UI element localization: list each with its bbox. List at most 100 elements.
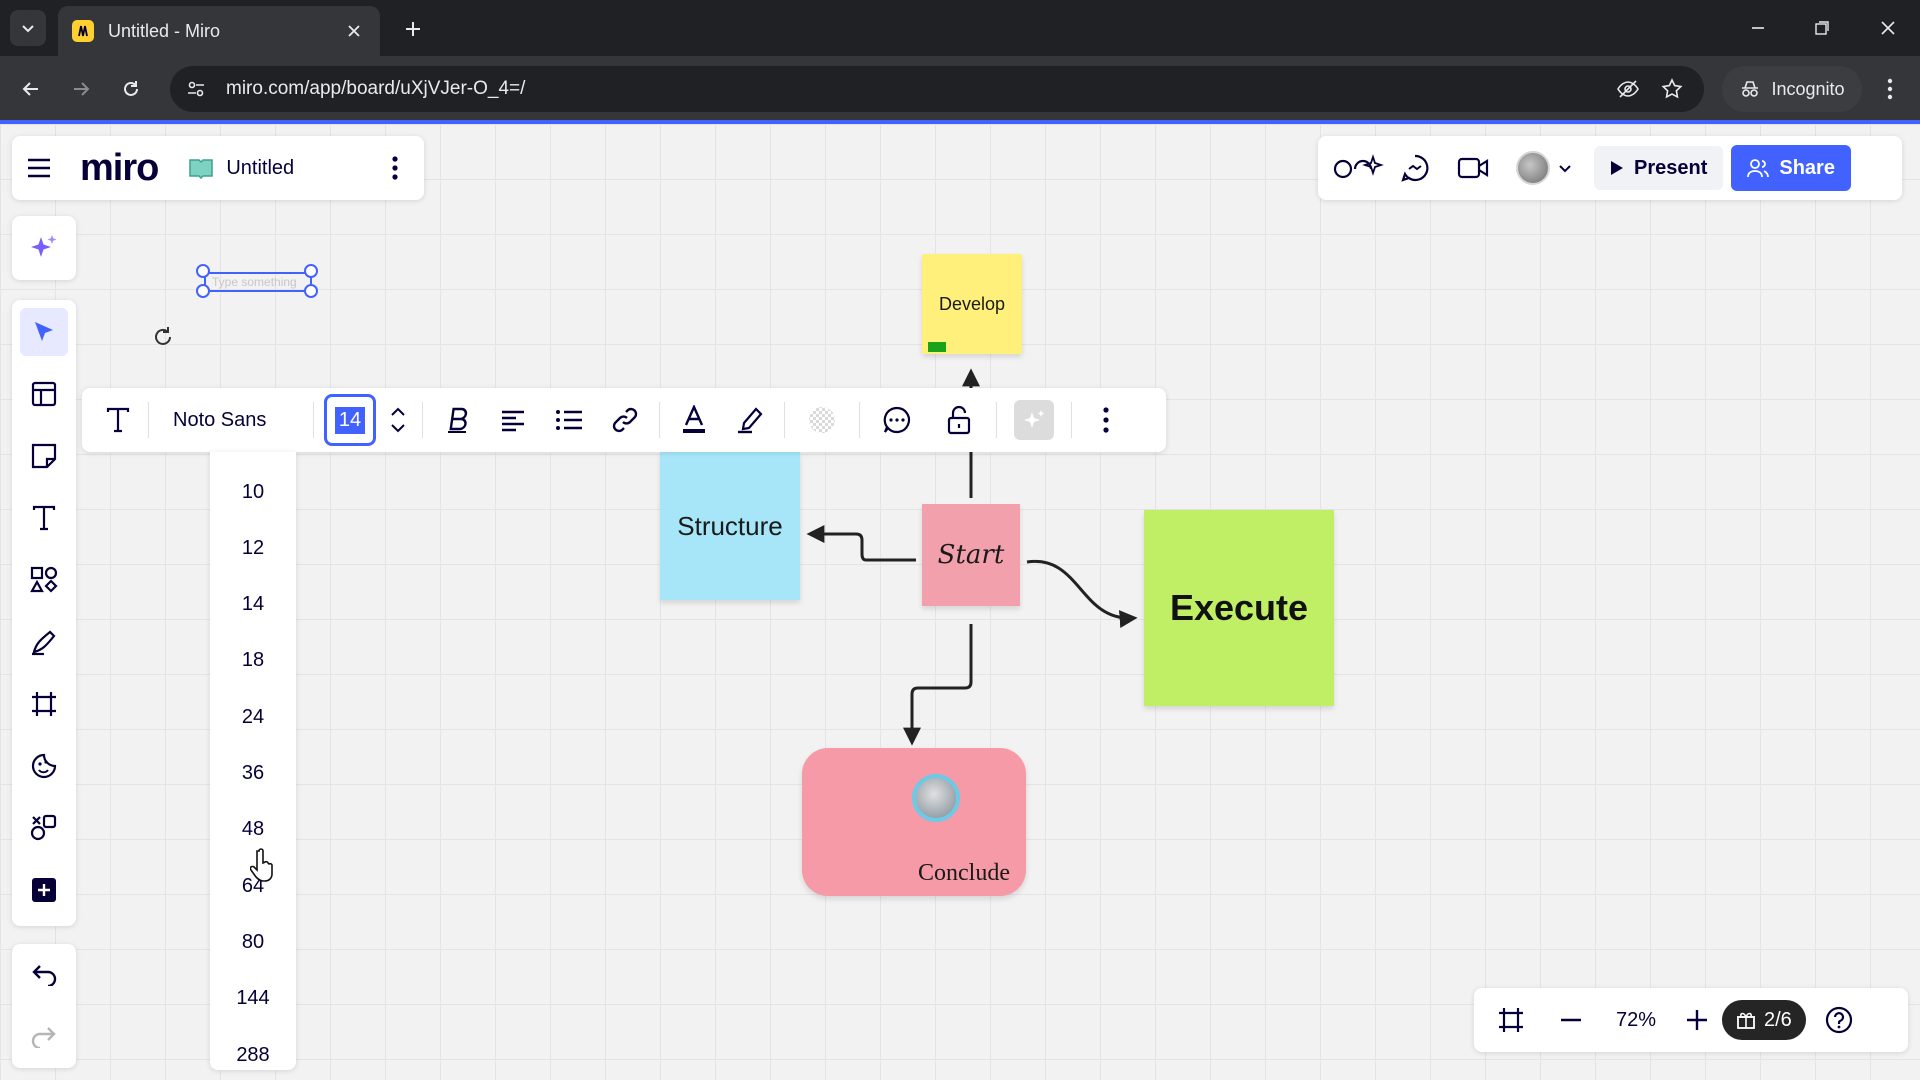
miro-logo[interactable]: miro xyxy=(80,147,159,190)
highlighter-icon xyxy=(738,407,763,434)
font-size-option[interactable]: 18 xyxy=(210,633,296,689)
connector-start-to-conclude[interactable] xyxy=(903,624,973,746)
bold-button[interactable] xyxy=(429,396,485,444)
sticky-note-tool[interactable] xyxy=(20,432,68,480)
fill-color-button[interactable] xyxy=(791,396,853,444)
zoom-out-icon[interactable] xyxy=(1558,1007,1584,1033)
browser-menu-icon[interactable] xyxy=(1872,70,1908,108)
pen-icon xyxy=(32,630,56,656)
shape-conclude[interactable]: Conclude xyxy=(802,748,1026,896)
site-settings-icon[interactable] xyxy=(186,79,206,99)
collaborator-avatar[interactable] xyxy=(912,774,960,822)
present-button[interactable]: Present xyxy=(1594,146,1724,190)
user-avatar-menu[interactable] xyxy=(1502,146,1586,190)
chat-icon[interactable] xyxy=(1386,146,1444,190)
toolbar-divider xyxy=(859,402,860,438)
reactions-icon[interactable] xyxy=(1328,146,1386,190)
resize-handle-bottom-right[interactable] xyxy=(304,284,318,298)
frame-tool[interactable] xyxy=(20,680,68,728)
font-size-option[interactable]: 36 xyxy=(210,746,296,802)
highlight-button[interactable] xyxy=(722,396,778,444)
font-size-input[interactable]: 14 xyxy=(320,394,380,446)
whats-new-button[interactable]: 2/6 xyxy=(1722,1000,1806,1040)
tab-search-button[interactable] xyxy=(10,10,46,46)
ai-action-button[interactable] xyxy=(1003,396,1065,444)
fit-to-screen-icon[interactable] xyxy=(1496,1005,1526,1035)
tracking-protection-eye-icon[interactable] xyxy=(1616,77,1640,101)
connector-start-to-execute[interactable] xyxy=(1026,559,1138,629)
resize-handle-top-left[interactable] xyxy=(196,264,210,278)
board-title[interactable]: Untitled xyxy=(226,157,294,180)
font-size-value: 14 xyxy=(334,406,366,434)
url-text[interactable]: miro.com/app/board/uXjVJer-O_4=/ xyxy=(226,78,1616,100)
resize-handle-bottom-left[interactable] xyxy=(196,284,210,298)
miro-board-canvas[interactable]: Develop Structure Start Execute Conclude… xyxy=(0,124,1920,1080)
more-options-button[interactable] xyxy=(1078,396,1134,444)
board-options-icon[interactable] xyxy=(392,156,398,180)
share-button[interactable]: Share xyxy=(1731,145,1851,191)
ai-assist-button[interactable] xyxy=(12,216,76,280)
apps-tool[interactable] xyxy=(20,804,68,852)
help-icon[interactable] xyxy=(1824,1005,1854,1035)
tab-title: Untitled - Miro xyxy=(108,20,221,41)
align-button[interactable] xyxy=(485,396,541,444)
lock-button[interactable] xyxy=(928,396,990,444)
zoom-in-icon[interactable] xyxy=(1684,1007,1710,1033)
forward-arrow-icon[interactable] xyxy=(62,70,100,108)
stickers-tool[interactable] xyxy=(20,742,68,790)
font-family-value: Noto Sans xyxy=(173,408,267,431)
font-size-option[interactable]: 24 xyxy=(210,689,296,745)
zoom-level[interactable]: 72% xyxy=(1596,1009,1676,1032)
text-color-icon xyxy=(683,405,705,433)
more-tools-button[interactable] xyxy=(20,866,68,914)
sticky-note-execute[interactable]: Execute xyxy=(1144,510,1334,706)
list-button[interactable] xyxy=(541,396,597,444)
minimize-window-icon[interactable] xyxy=(1738,10,1778,46)
connector-start-to-structure[interactable] xyxy=(806,525,916,562)
chevron-down-icon xyxy=(1559,165,1571,173)
back-arrow-icon[interactable] xyxy=(12,70,50,108)
resize-handle-top-right[interactable] xyxy=(304,264,318,278)
close-tab-icon[interactable] xyxy=(342,19,366,43)
text-color-button[interactable] xyxy=(666,396,722,444)
incognito-badge[interactable]: Incognito xyxy=(1722,66,1862,112)
reload-icon[interactable] xyxy=(112,70,150,108)
rotate-icon[interactable] xyxy=(150,324,176,350)
font-size-option[interactable]: 10 xyxy=(210,464,296,520)
bullet-list-icon xyxy=(556,410,582,430)
comment-button[interactable] xyxy=(866,396,928,444)
user-avatar[interactable] xyxy=(1516,151,1550,185)
close-window-icon[interactable] xyxy=(1868,10,1908,46)
templates-tool[interactable] xyxy=(20,370,68,418)
font-size-option[interactable]: 12 xyxy=(210,520,296,576)
font-size-option[interactable]: 144 xyxy=(210,971,296,1027)
undo-button[interactable] xyxy=(20,950,68,998)
font-size-option[interactable]: 14 xyxy=(210,577,296,633)
sticky-note-structure[interactable]: Structure xyxy=(660,452,800,600)
sticky-note-start[interactable]: Start xyxy=(922,504,1020,606)
main-menu-icon[interactable] xyxy=(26,157,52,179)
font-size-stepper[interactable] xyxy=(380,396,416,444)
chevron-up-icon[interactable] xyxy=(390,407,406,417)
font-size-option[interactable]: 80 xyxy=(210,914,296,970)
video-call-icon[interactable] xyxy=(1444,146,1502,190)
shapes-tool[interactable] xyxy=(20,556,68,604)
browser-tabstrip: Untitled - Miro xyxy=(0,0,1920,56)
text-tool[interactable] xyxy=(20,494,68,542)
font-size-option[interactable]: 288 xyxy=(210,1027,296,1080)
bookmark-star-icon[interactable] xyxy=(1660,77,1684,101)
new-tab-icon[interactable] xyxy=(396,12,430,46)
selected-text-box[interactable]: Type something xyxy=(204,272,312,292)
restore-window-icon[interactable] xyxy=(1802,10,1842,46)
chevron-down-icon[interactable] xyxy=(390,423,406,433)
font-family-select[interactable]: Noto Sans xyxy=(155,396,307,444)
address-bar[interactable]: miro.com/app/board/uXjVJer-O_4=/ xyxy=(170,66,1704,112)
pen-tool[interactable] xyxy=(20,618,68,666)
redo-button[interactable] xyxy=(20,1012,68,1060)
text-style-button[interactable] xyxy=(94,396,142,444)
toolbar-divider xyxy=(313,402,314,438)
select-tool[interactable] xyxy=(20,308,68,356)
link-button[interactable] xyxy=(597,396,653,444)
browser-tab[interactable]: Untitled - Miro xyxy=(58,6,380,56)
sticky-note-develop[interactable]: Develop xyxy=(922,254,1022,354)
